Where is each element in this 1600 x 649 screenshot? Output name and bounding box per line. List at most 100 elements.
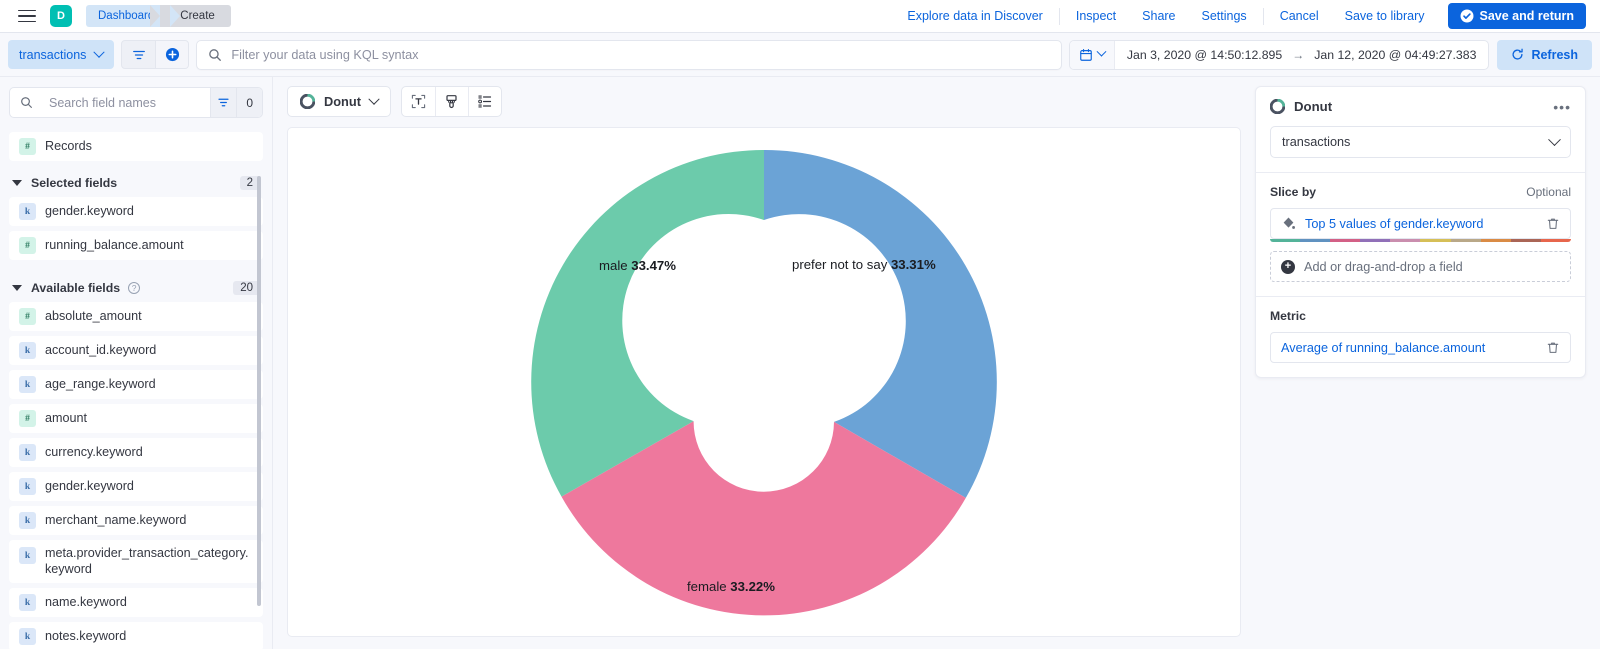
slice-by-header: Slice by Optional bbox=[1270, 185, 1571, 199]
field-filter-button[interactable] bbox=[210, 88, 237, 117]
visualization-type-picker[interactable]: Donut bbox=[287, 86, 391, 117]
search-icon bbox=[208, 48, 222, 62]
filter-controls bbox=[121, 40, 190, 69]
keyword-field-icon: k bbox=[19, 512, 36, 529]
labels-icon[interactable] bbox=[402, 87, 435, 116]
metric-label: Metric bbox=[1270, 309, 1306, 323]
query-bar: transactions Filter your data using KQL … bbox=[0, 33, 1600, 77]
refresh-button[interactable]: Refresh bbox=[1497, 39, 1592, 70]
field-item-meta-provider-transaction-category-keyword[interactable]: k meta.provider_transaction_category.key… bbox=[9, 540, 263, 584]
more-options-icon[interactable]: ••• bbox=[1553, 100, 1571, 114]
number-field-icon: # bbox=[19, 410, 36, 427]
selected-fields-header[interactable]: Selected fields 2 bbox=[9, 166, 263, 197]
number-field-icon: # bbox=[19, 308, 36, 325]
field-label: running_balance.amount bbox=[45, 237, 184, 252]
chevron-down-icon bbox=[368, 93, 380, 105]
refresh-icon bbox=[1511, 48, 1524, 61]
calendar-icon bbox=[1079, 48, 1093, 62]
field-list: # Records Selected fields 2 k gender.key… bbox=[9, 126, 263, 649]
chevron-down-icon bbox=[1096, 46, 1107, 57]
kql-search-input[interactable] bbox=[231, 47, 1050, 62]
explore-data-in-discover-link[interactable]: Explore data in Discover bbox=[894, 9, 1055, 23]
add-field-dropzone[interactable]: + Add or drag-and-drop a field bbox=[1270, 251, 1571, 282]
add-filter-button[interactable] bbox=[155, 41, 189, 68]
save-to-library-button[interactable]: Save to library bbox=[1332, 9, 1438, 23]
metric-header: Metric bbox=[1270, 309, 1571, 323]
date-start-value: Jan 3, 2020 @ 14:50:12.895 bbox=[1126, 47, 1283, 62]
delete-icon[interactable] bbox=[1546, 217, 1560, 231]
field-label: absolute_amount bbox=[45, 308, 142, 323]
field-item-account-id-keyword[interactable]: k account_id.keyword bbox=[9, 336, 263, 365]
keyword-field-icon: k bbox=[19, 444, 36, 461]
field-label: gender.keyword bbox=[45, 478, 134, 493]
date-range-display[interactable]: Jan 3, 2020 @ 14:50:12.895 → Jan 12, 202… bbox=[1115, 48, 1489, 62]
donut-hole bbox=[694, 312, 834, 452]
breadcrumb: Dashboard Create bbox=[86, 5, 231, 27]
field-item-merchant-name-keyword[interactable]: k merchant_name.keyword bbox=[9, 506, 263, 535]
metric-dimension[interactable]: Average of running_balance.amount bbox=[1270, 332, 1571, 363]
field-search-input[interactable] bbox=[40, 95, 210, 110]
field-item-records[interactable]: # Records bbox=[9, 132, 263, 161]
available-fields-title: Available fields bbox=[31, 281, 121, 295]
field-item-absolute-amount[interactable]: # absolute_amount bbox=[9, 302, 263, 331]
app-logo: D bbox=[50, 5, 72, 27]
chart-toolbar: Donut bbox=[287, 86, 1241, 117]
date-arrow-icon: → bbox=[1292, 47, 1305, 62]
available-fields-count: 20 bbox=[233, 281, 260, 295]
field-list-scrollbar[interactable] bbox=[257, 176, 261, 606]
workspace: 0 # Records Selected fields 2 k gender.k… bbox=[0, 77, 1600, 649]
visualization-type-label: Donut bbox=[324, 94, 361, 109]
dataset-selector[interactable]: transactions bbox=[8, 40, 115, 69]
appearance-icon[interactable] bbox=[434, 87, 468, 116]
top-navigation-bar: D Dashboard Create Explore data in Disco… bbox=[0, 0, 1600, 33]
menu-toggle-icon[interactable] bbox=[18, 9, 36, 23]
share-button[interactable]: Share bbox=[1129, 9, 1188, 23]
field-item-gender-keyword-available[interactable]: k gender.keyword bbox=[9, 472, 263, 501]
date-quick-select-button[interactable] bbox=[1069, 40, 1115, 69]
config-card: Donut ••• transactions Slice by Optional bbox=[1255, 86, 1586, 378]
field-label: account_id.keyword bbox=[45, 342, 157, 357]
slice-by-section: Slice by Optional Top 5 values of gender… bbox=[1256, 173, 1585, 296]
donut-chart: male 33.47% prefer not to say 33.31% fem… bbox=[529, 147, 999, 617]
field-item-gender-keyword[interactable]: k gender.keyword bbox=[9, 197, 263, 226]
field-filter-count: 0 bbox=[236, 88, 262, 117]
field-item-notes-keyword[interactable]: k notes.keyword bbox=[9, 622, 263, 649]
dataset-select[interactable]: transactions bbox=[1270, 126, 1571, 158]
available-fields-header[interactable]: Available fields ? 20 bbox=[9, 265, 263, 302]
chevron-down-icon bbox=[1548, 132, 1561, 146]
selected-fields-title: Selected fields bbox=[31, 176, 118, 190]
keyword-field-icon: k bbox=[19, 547, 36, 564]
help-icon[interactable]: ? bbox=[128, 282, 141, 294]
check-circle-icon bbox=[1460, 9, 1474, 23]
chart-column: Donut male 33.47% prefer not to say 33.3… bbox=[273, 77, 1255, 649]
filter-options-button[interactable] bbox=[122, 41, 155, 68]
field-item-age-range-keyword[interactable]: k age_range.keyword bbox=[9, 370, 263, 399]
save-and-return-button[interactable]: Save and return bbox=[1447, 3, 1586, 29]
dropzone-label: Add or drag-and-drop a field bbox=[1304, 259, 1463, 274]
slice-by-dimension-wrapper: Top 5 values of gender.keyword bbox=[1270, 208, 1571, 242]
inspect-button[interactable]: Inspect bbox=[1063, 9, 1129, 23]
donut-icon bbox=[300, 94, 315, 109]
field-label: name.keyword bbox=[45, 595, 127, 610]
kql-search-bar[interactable] bbox=[196, 39, 1062, 70]
settings-button[interactable]: Settings bbox=[1189, 9, 1260, 23]
field-item-name-keyword[interactable]: k name.keyword bbox=[9, 588, 263, 618]
slice-by-dimension[interactable]: Top 5 values of gender.keyword bbox=[1270, 208, 1571, 239]
palette-swatch bbox=[1480, 239, 1511, 242]
number-field-icon: # bbox=[19, 237, 36, 254]
field-item-currency-keyword[interactable]: k currency.keyword bbox=[9, 438, 263, 467]
chevron-down-icon bbox=[12, 285, 22, 291]
delete-icon[interactable] bbox=[1546, 341, 1560, 355]
dataset-select-value: transactions bbox=[1282, 135, 1351, 149]
field-item-amount[interactable]: # amount bbox=[9, 404, 263, 433]
field-item-running-balance-amount[interactable]: # running_balance.amount bbox=[9, 231, 263, 260]
palette-swatch bbox=[1360, 239, 1391, 242]
field-label: currency.keyword bbox=[45, 444, 143, 459]
donut-chart-svg bbox=[531, 149, 997, 616]
settings-icon[interactable] bbox=[467, 87, 501, 116]
field-list-panel: 0 # Records Selected fields 2 k gender.k… bbox=[0, 77, 273, 649]
field-search-bar: 0 bbox=[9, 87, 263, 118]
cancel-button[interactable]: Cancel bbox=[1267, 9, 1332, 23]
number-field-icon: # bbox=[19, 138, 36, 155]
keyword-field-icon: k bbox=[19, 203, 36, 220]
